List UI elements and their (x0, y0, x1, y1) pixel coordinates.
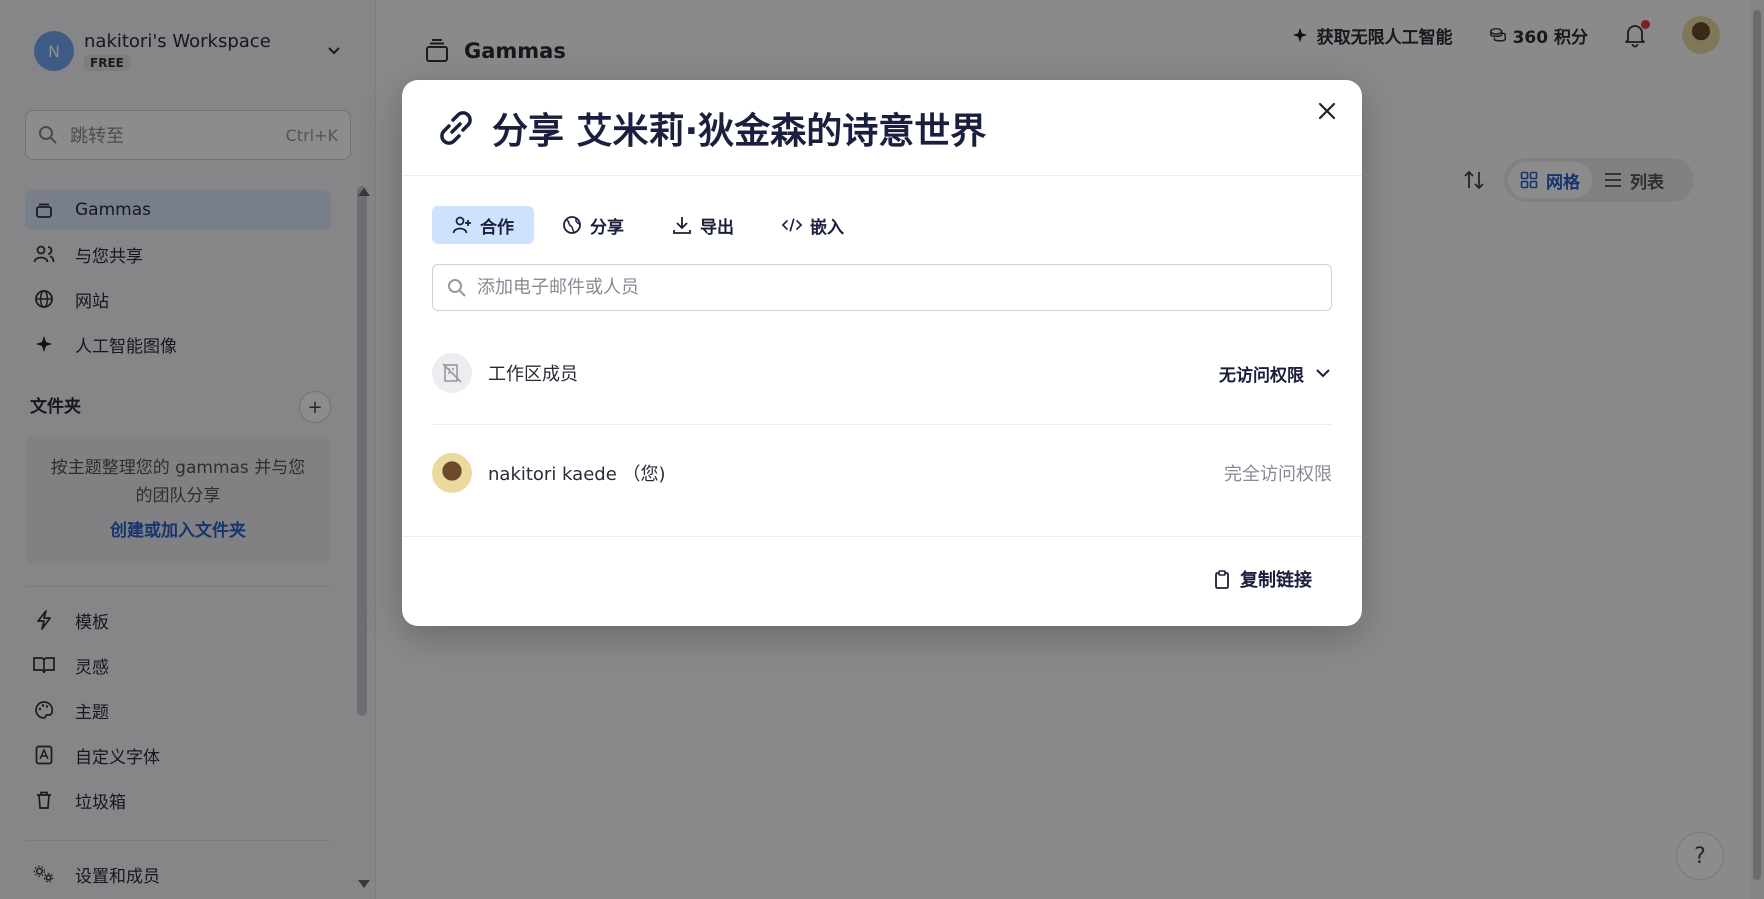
avatar (432, 453, 472, 493)
share-tabs: 合作 分享 导出 嵌入 (432, 206, 872, 244)
tab-label: 分享 (590, 217, 624, 238)
code-icon (782, 218, 802, 232)
user-row: nakitori kaede （您) 完全访问权限 (432, 453, 1332, 493)
user-permission: 完全访问权限 (1224, 464, 1332, 485)
tab-label: 导出 (700, 217, 734, 238)
add-people-field[interactable] (432, 264, 1332, 311)
link-icon (440, 110, 472, 145)
workspace-members-label: 工作区成员 (488, 364, 578, 385)
search-icon (448, 278, 466, 297)
dialog-title: 分享 艾米莉·狄金森的诗意世界 (492, 110, 987, 152)
copy-link-label: 复制链接 (1240, 570, 1312, 591)
close-button[interactable] (1312, 96, 1342, 126)
tab-collaborate[interactable]: 合作 (432, 206, 534, 244)
divider (432, 424, 1332, 425)
user-name: nakitori kaede （您) (488, 464, 666, 485)
download-icon (673, 217, 691, 234)
tab-embed[interactable]: 嵌入 (762, 206, 864, 244)
close-icon (1318, 102, 1336, 120)
access-level: 无访问权限 (1219, 365, 1304, 386)
add-people-input[interactable] (477, 277, 1317, 298)
dialog-footer-divider (402, 536, 1362, 537)
tab-share[interactable]: 分享 (542, 206, 644, 244)
share-dialog: 分享 艾米莉·狄金森的诗意世界 合作 分享 导出 嵌入 工作区成员 (402, 80, 1362, 626)
tab-export[interactable]: 导出 (652, 206, 754, 244)
dialog-header: 分享 艾米莉·狄金森的诗意世界 (402, 80, 1362, 176)
clipboard-icon (1215, 570, 1229, 589)
workspace-access-dropdown[interactable]: 无访问权限 (1219, 361, 1332, 386)
globe-icon (563, 216, 581, 234)
tab-label: 合作 (480, 217, 514, 238)
copy-link-button[interactable]: 复制链接 (1212, 566, 1312, 592)
user-plus-icon (452, 216, 471, 234)
building-icon (432, 353, 472, 393)
chevron-down-icon (1316, 369, 1330, 378)
workspace-members-row: 工作区成员 无访问权限 (432, 353, 1332, 393)
tab-label: 嵌入 (810, 217, 844, 238)
